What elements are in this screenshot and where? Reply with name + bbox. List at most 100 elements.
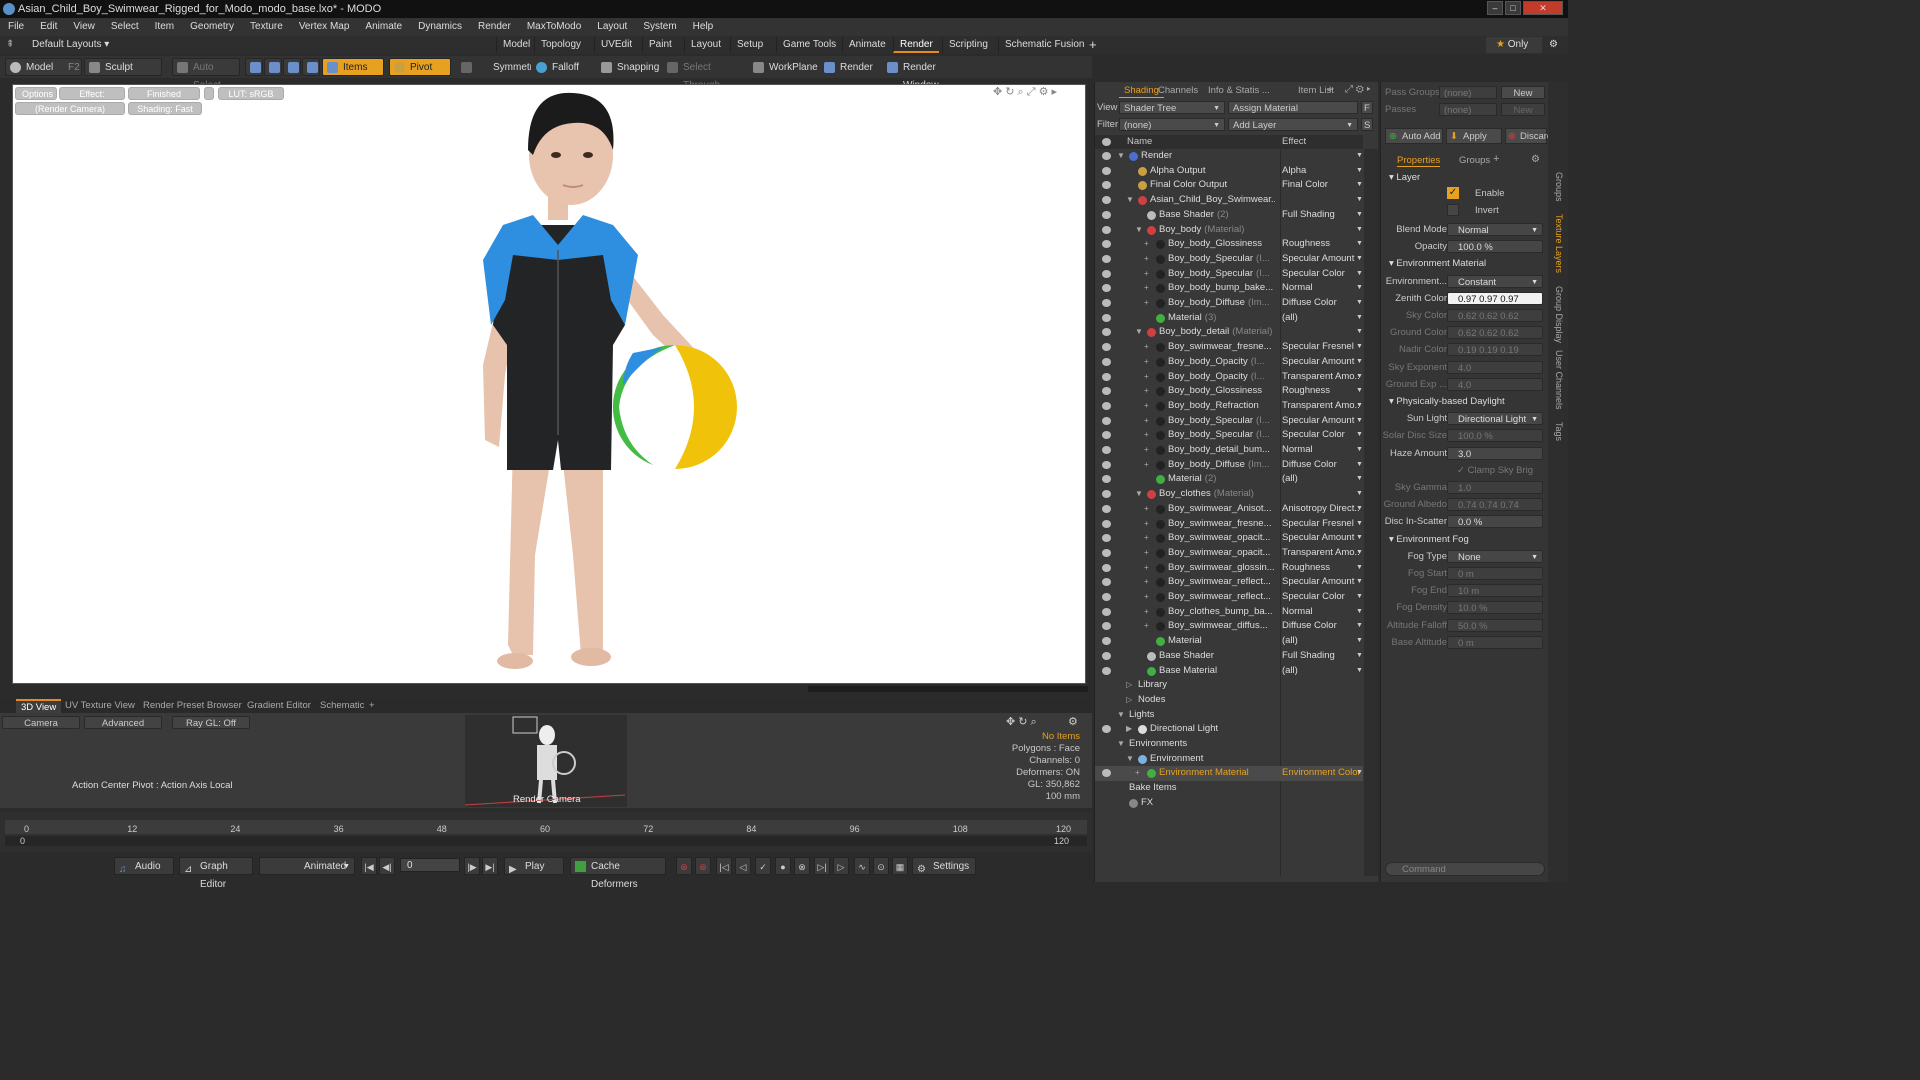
visibility-eye-icon[interactable] (1102, 152, 1111, 160)
shading-tab-info-statis-[interactable]: Info & Statis ... (1203, 84, 1275, 98)
side-tab-group-display[interactable]: Group Display (1554, 286, 1564, 343)
current-frame-input[interactable]: 0 (400, 858, 460, 872)
tree-item-effect[interactable]: Diffuse Color (1282, 619, 1360, 634)
effect-dropdown-icon[interactable]: ▼ (1356, 281, 1363, 296)
visibility-eye-icon[interactable] (1102, 166, 1111, 175)
menu-view[interactable]: View (65, 18, 103, 36)
tree-item-effect[interactable]: Roughness (1282, 384, 1360, 399)
expand-toggle-icon[interactable]: + (1135, 766, 1140, 781)
visibility-eye-icon[interactable] (1102, 210, 1111, 219)
side-tab-texture-layers[interactable]: Texture Layers (1554, 214, 1564, 273)
visibility-eye-icon[interactable] (1102, 534, 1111, 543)
tree-item-effect[interactable]: Anisotropy Direct... (1282, 502, 1360, 517)
effect-dropdown-icon[interactable]: ▼ (1356, 178, 1363, 193)
property-value-field[interactable]: Normal ▼ (1447, 223, 1543, 236)
default-layouts-dropdown[interactable]: Default Layouts ▾ (32, 36, 109, 54)
effect-dropdown-icon[interactable]: ▼ (1356, 296, 1363, 311)
tree-item-effect[interactable]: Diffuse Color (1282, 296, 1360, 311)
menu-help[interactable]: Help (685, 18, 722, 36)
property-value-field[interactable]: 4.0 (1447, 360, 1543, 374)
property-value-field[interactable]: 10.0 % (1447, 601, 1543, 615)
tree-row[interactable]: + Boy_body_Specular (I... Specular Amount ▼ (1095, 414, 1363, 429)
property-value-field[interactable]: 0.97 0.97 0.97 (1447, 291, 1543, 305)
tree-row[interactable]: Material (2) (all) ▼ (1095, 472, 1363, 487)
expand-toggle-icon[interactable]: ▼ (1135, 487, 1143, 502)
expand-toggle-icon[interactable]: + (1144, 517, 1149, 532)
record-button[interactable]: ● (775, 857, 791, 875)
effect-dropdown-icon[interactable]: ▼ (1356, 766, 1363, 781)
effect-dropdown-icon[interactable]: ▼ (1356, 149, 1363, 164)
property-value-field[interactable]: 0 m (1447, 567, 1543, 580)
layout-tab-scripting[interactable]: Scripting (942, 37, 994, 53)
effect-dropdown-icon[interactable]: ▼ (1356, 502, 1363, 517)
tab-groups[interactable]: Groups (1459, 155, 1490, 166)
tree-row[interactable]: + Boy_body_Specular (I... Specular Amount ▼ (1095, 252, 1363, 267)
tree-row[interactable]: + Boy_body_Specular (I... Specular Color ▼ (1095, 267, 1363, 282)
tree-item-effect[interactable]: (all) (1282, 472, 1360, 487)
layout-pin-icon[interactable]: ⇞ (6, 36, 14, 54)
tree-row[interactable]: Bake Items (1095, 781, 1363, 796)
visibility-eye-icon[interactable] (1102, 769, 1111, 778)
layout-tab-game-tools[interactable]: Game Tools (776, 37, 842, 53)
expand-toggle-icon[interactable]: ▷ (1126, 693, 1132, 708)
expand-toggle-icon[interactable]: ▷ (1126, 678, 1132, 693)
tree-row[interactable]: ▼ Environment (1095, 752, 1363, 767)
timeline-range[interactable] (5, 836, 1087, 846)
layout-tab-animate[interactable]: Animate (842, 37, 892, 53)
property-value-field[interactable]: 100.0 % (1447, 240, 1543, 254)
select-polygons-button[interactable] (283, 58, 301, 76)
menu-edit[interactable]: Edit (32, 18, 65, 36)
visibility-eye-icon[interactable] (1102, 181, 1111, 190)
effect-dropdown-icon[interactable]: ▼ (1356, 340, 1363, 355)
add-layout-icon[interactable]: + (1089, 36, 1097, 54)
view-tab-3d-view[interactable]: 3D View (16, 699, 62, 713)
property-value-field[interactable]: 0.62 0.62 0.62 (1447, 326, 1543, 340)
render-window-button[interactable]: Render Window (882, 58, 972, 91)
tree-item-effect[interactable]: Specular Fresnel (1282, 517, 1360, 532)
tree-item-effect[interactable]: Specular Color (1282, 267, 1360, 282)
effect-dropdown-icon[interactable]: ▼ (1356, 399, 1363, 414)
tree-row[interactable]: + Boy_body_Glossiness Roughness ▼ (1095, 384, 1363, 399)
effect-dropdown-icon[interactable]: ▼ (1356, 575, 1363, 590)
tree-row[interactable]: + Boy_swimwear_reflect... Specular Color ▼ (1095, 590, 1363, 605)
layout-tab-uvedit[interactable]: UVEdit (594, 37, 638, 53)
visibility-eye-icon[interactable] (1102, 548, 1111, 557)
effect-dropdown-icon[interactable]: ▼ (1356, 472, 1363, 487)
lower-3d-view[interactable]: Camera Advanced Ray GL: Off Action Cente… (0, 713, 1092, 808)
col-name-header[interactable]: Name (1127, 136, 1152, 147)
visibility-eye-icon[interactable] (1102, 240, 1111, 249)
visibility-eye-icon[interactable] (1102, 225, 1111, 234)
property-value-field[interactable]: 1.0 (1447, 481, 1543, 494)
shading-panel-add-icon[interactable]: + (1327, 84, 1333, 96)
model-mode-button[interactable]: Model F2 (5, 58, 82, 76)
visibility-eye-icon[interactable] (1102, 357, 1111, 366)
property-value-field[interactable]: Directional Light ▼ (1447, 412, 1543, 426)
property-value-field[interactable]: 0 m (1447, 635, 1543, 649)
expand-toggle-icon[interactable]: ▼ (1117, 737, 1125, 752)
expand-toggle-icon[interactable]: + (1144, 531, 1149, 546)
tree-item-effect[interactable]: Roughness (1282, 237, 1360, 252)
visibility-eye-icon[interactable] (1102, 622, 1111, 631)
tree-row[interactable]: + Boy_body_Diffuse (Im... Diffuse Color ▼ (1095, 458, 1363, 473)
sculpt-button[interactable]: Sculpt (84, 58, 162, 76)
camera-button[interactable]: Camera (2, 716, 80, 729)
tree-row[interactable]: ▼ Environments (1095, 737, 1363, 752)
tree-item-effect[interactable]: Specular Amount (1282, 531, 1360, 546)
visibility-eye-icon[interactable] (1102, 475, 1111, 484)
effect-dropdown-icon[interactable]: ▼ (1356, 517, 1363, 532)
shading-panel-options-icon[interactable]: ⤢ ⚙ ▸ (1345, 84, 1371, 95)
menu-item[interactable]: Item (147, 18, 182, 36)
view-tab-schematic[interactable]: Schematic (315, 699, 369, 713)
effect-dropdown-icon[interactable]: ▼ (1356, 443, 1363, 458)
settings-button[interactable]: ⚙ Settings (912, 857, 976, 875)
raygl-button[interactable]: Ray GL: Off (172, 716, 250, 729)
property-value-field[interactable]: 0.19 0.19 0.19 (1447, 343, 1543, 357)
side-tab-user-channels[interactable]: User Channels (1554, 350, 1564, 410)
view-dropdown[interactable]: Shader Tree ▼ (1119, 101, 1225, 114)
effect-dropdown-icon[interactable]: ▼ (1356, 223, 1363, 238)
tree-item-effect[interactable]: Final Color (1282, 178, 1360, 193)
property-value-field[interactable]: 0.0 % (1447, 515, 1543, 529)
expand-toggle-icon[interactable]: + (1144, 267, 1149, 282)
filter-dropdown[interactable]: (none) ▼ (1119, 118, 1225, 131)
new-pass-button[interactable]: New (1501, 86, 1545, 99)
